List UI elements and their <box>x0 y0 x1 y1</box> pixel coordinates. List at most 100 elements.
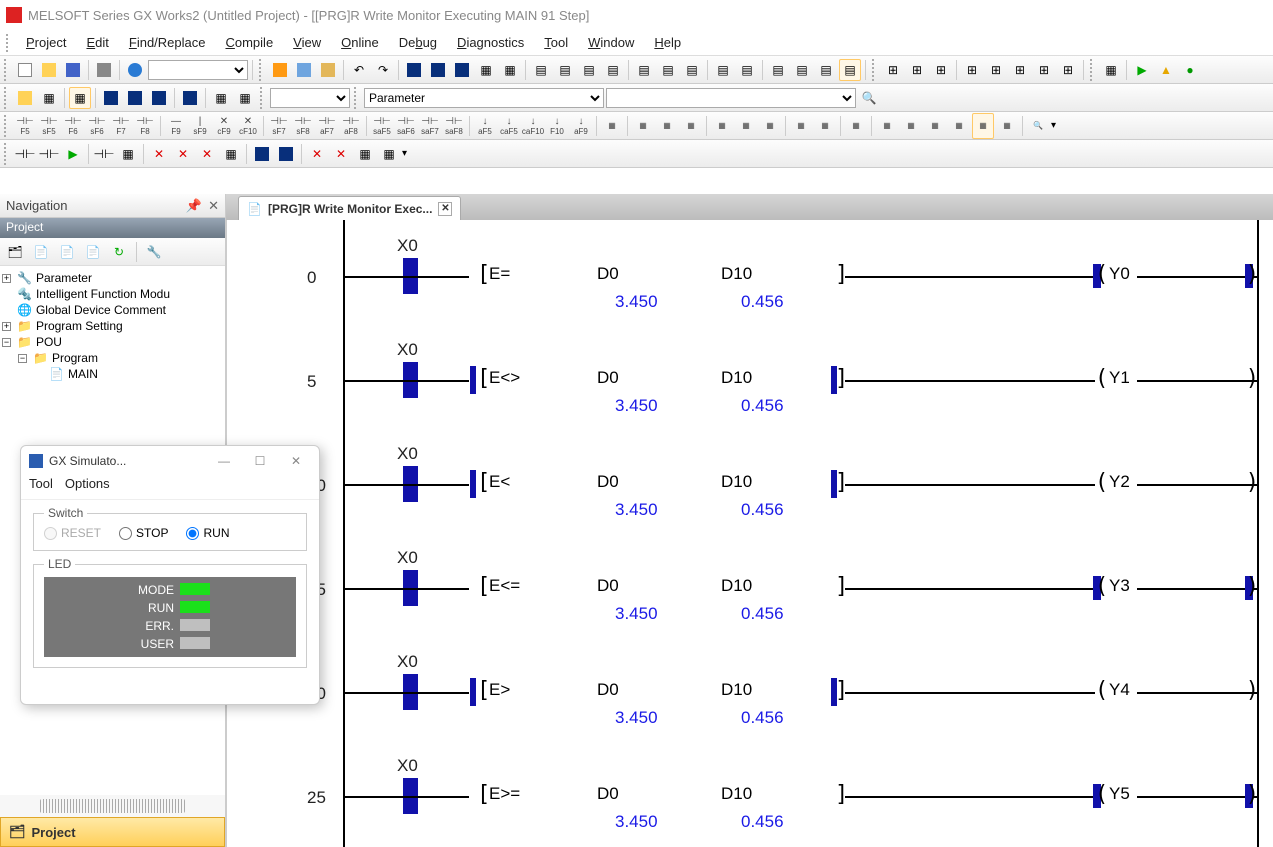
parameter-combo[interactable]: Parameter <box>364 88 604 108</box>
tb-button[interactable]: ▦ <box>378 143 400 165</box>
tb-button[interactable]: ⊞ <box>930 59 952 81</box>
fn-F5[interactable]: ⊣⊢F5 <box>14 113 36 139</box>
tb-button[interactable]: ▤ <box>767 59 789 81</box>
zoom-icon[interactable]: 🔍 <box>1027 113 1049 139</box>
tb-button[interactable]: ✕ <box>306 143 328 165</box>
tb-button[interactable] <box>179 87 201 109</box>
fn-aF7[interactable]: ⊣⊢aF7 <box>316 113 338 139</box>
tb-button[interactable]: ▦ <box>220 143 242 165</box>
tb-button[interactable]: ⊞ <box>1057 59 1079 81</box>
tb-button-active[interactable]: ▦ <box>972 113 994 139</box>
tb-button[interactable]: ▦ <box>924 113 946 139</box>
tree-item-gdc[interactable]: 🌐Global Device Comment <box>2 302 223 318</box>
tb-button[interactable]: ⊞ <box>882 59 904 81</box>
rung-25[interactable]: X025[E>=D03.450D100.456](Y5) <box>227 750 1273 847</box>
tb-button[interactable]: ▤ <box>633 59 655 81</box>
tb-button[interactable]: ▶ <box>62 143 84 165</box>
ladder-diagram[interactable]: X00[E=D03.450D100.456](Y0)X05[E<>D03.450… <box>226 220 1273 847</box>
menu-compile[interactable]: Compile <box>215 33 283 52</box>
tb-button[interactable]: ▦ <box>117 143 139 165</box>
fn-sF8[interactable]: ⊣⊢sF8 <box>292 113 314 139</box>
menu-window[interactable]: Window <box>578 33 644 52</box>
tab-close-icon[interactable]: ✕ <box>438 202 452 216</box>
fn-F8[interactable]: ⊣⊢F8 <box>134 113 156 139</box>
dev-button[interactable] <box>427 59 449 81</box>
save-button[interactable] <box>62 59 84 81</box>
tb-button[interactable]: ▤ <box>815 59 837 81</box>
stop-icon[interactable]: ● <box>1179 59 1201 81</box>
undo-button[interactable]: ↶ <box>348 59 370 81</box>
tb-button[interactable]: ⊞ <box>906 59 928 81</box>
redo-button[interactable]: ↷ <box>372 59 394 81</box>
tb-button-active[interactable]: ▦ <box>69 87 91 109</box>
menu-online[interactable]: Online <box>331 33 389 52</box>
menu-find-replace[interactable]: Find/Replace <box>119 33 216 52</box>
open-button[interactable] <box>38 59 60 81</box>
tab-prg-main[interactable]: 📄 [PRG]R Write Monitor Exec... ✕ <box>238 196 461 220</box>
tb-button[interactable]: ▦ <box>499 59 521 81</box>
tb-button[interactable]: ⊣⊢ <box>93 143 115 165</box>
tb-button[interactable]: ▦ <box>948 113 970 139</box>
fn-aF5[interactable]: ↓aF5 <box>474 113 496 139</box>
tb-grip[interactable] <box>260 87 266 109</box>
dev-button[interactable] <box>403 59 425 81</box>
cut-button[interactable] <box>269 59 291 81</box>
tb-grip[interactable] <box>4 87 10 109</box>
tb-button[interactable]: ▦ <box>1100 59 1122 81</box>
rung-15[interactable]: X015[E<=D03.450D100.456](Y3) <box>227 542 1273 646</box>
tb-button[interactable]: ▤ <box>602 59 624 81</box>
tb-button[interactable]: ▤ <box>578 59 600 81</box>
fn-sF6[interactable]: ⊣⊢sF6 <box>86 113 108 139</box>
menu-help[interactable]: Help <box>644 33 691 52</box>
fn-cF10[interactable]: ✕cF10 <box>237 113 259 139</box>
tb-button-active[interactable]: ▤ <box>839 59 861 81</box>
run-icon[interactable]: ▶ <box>1131 59 1153 81</box>
tb-button[interactable] <box>148 87 170 109</box>
radio-run[interactable]: RUN <box>186 526 229 540</box>
tb-grip[interactable] <box>259 59 265 81</box>
fn-saF5[interactable]: ⊣⊢saF5 <box>371 113 393 139</box>
tb-button[interactable]: ▤ <box>712 59 734 81</box>
tb-grip[interactable] <box>4 115 10 137</box>
pin-icon[interactable]: 📌 <box>186 198 202 214</box>
help-button[interactable] <box>124 59 146 81</box>
tb-button[interactable]: ⊞ <box>985 59 1007 81</box>
tb-button[interactable]: ▤ <box>791 59 813 81</box>
print-button[interactable] <box>93 59 115 81</box>
nav-tb-button[interactable]: 🗂 <box>4 241 26 263</box>
menu-edit[interactable]: Edit <box>76 33 118 52</box>
tb-button[interactable]: ▦ <box>656 113 678 139</box>
tb-button[interactable]: ✕ <box>172 143 194 165</box>
fn-saF8[interactable]: ⊣⊢saF8 <box>443 113 465 139</box>
fn-F10[interactable]: ↓F10 <box>546 113 568 139</box>
tb-button[interactable] <box>251 143 273 165</box>
tb-button[interactable]: ▦ <box>996 113 1018 139</box>
tb-button[interactable] <box>124 87 146 109</box>
close-icon[interactable]: ✕ <box>281 454 311 468</box>
tb-grip[interactable] <box>4 59 10 81</box>
maximize-icon[interactable]: ☐ <box>245 454 275 468</box>
paste-button[interactable] <box>317 59 339 81</box>
tree-item-pou[interactable]: −📁POU <box>2 334 223 350</box>
nav-tb-button[interactable]: 🔧 <box>143 241 165 263</box>
fn-cF9[interactable]: ✕cF9 <box>213 113 235 139</box>
tb-button[interactable]: ✕ <box>148 143 170 165</box>
fn-F9[interactable]: —F9 <box>165 113 187 139</box>
tb-grip[interactable] <box>872 59 878 81</box>
nav-tb-button[interactable]: 📄 <box>82 241 104 263</box>
rung-10[interactable]: X010[E<D03.450D100.456](Y2) <box>227 438 1273 542</box>
sim-menu-options[interactable]: Options <box>65 476 110 499</box>
tb-button[interactable]: ⊞ <box>961 59 983 81</box>
rung-20[interactable]: X020[E>D03.450D100.456](Y4) <box>227 646 1273 750</box>
dev-button[interactable] <box>451 59 473 81</box>
fn-F7[interactable]: ⊣⊢F7 <box>110 113 132 139</box>
tb-button[interactable]: ▤ <box>554 59 576 81</box>
tb-button[interactable]: ▦ <box>632 113 654 139</box>
fn-aF8[interactable]: ⊣⊢aF8 <box>340 113 362 139</box>
tb-button[interactable]: ▦ <box>845 113 867 139</box>
search-icon[interactable]: 🔍 <box>858 87 880 109</box>
toolbar-combo-1[interactable] <box>148 60 248 80</box>
tb-button[interactable]: ✕ <box>196 143 218 165</box>
tb-button[interactable]: ▦ <box>876 113 898 139</box>
rung-5[interactable]: X05[E<>D03.450D100.456](Y1) <box>227 334 1273 438</box>
